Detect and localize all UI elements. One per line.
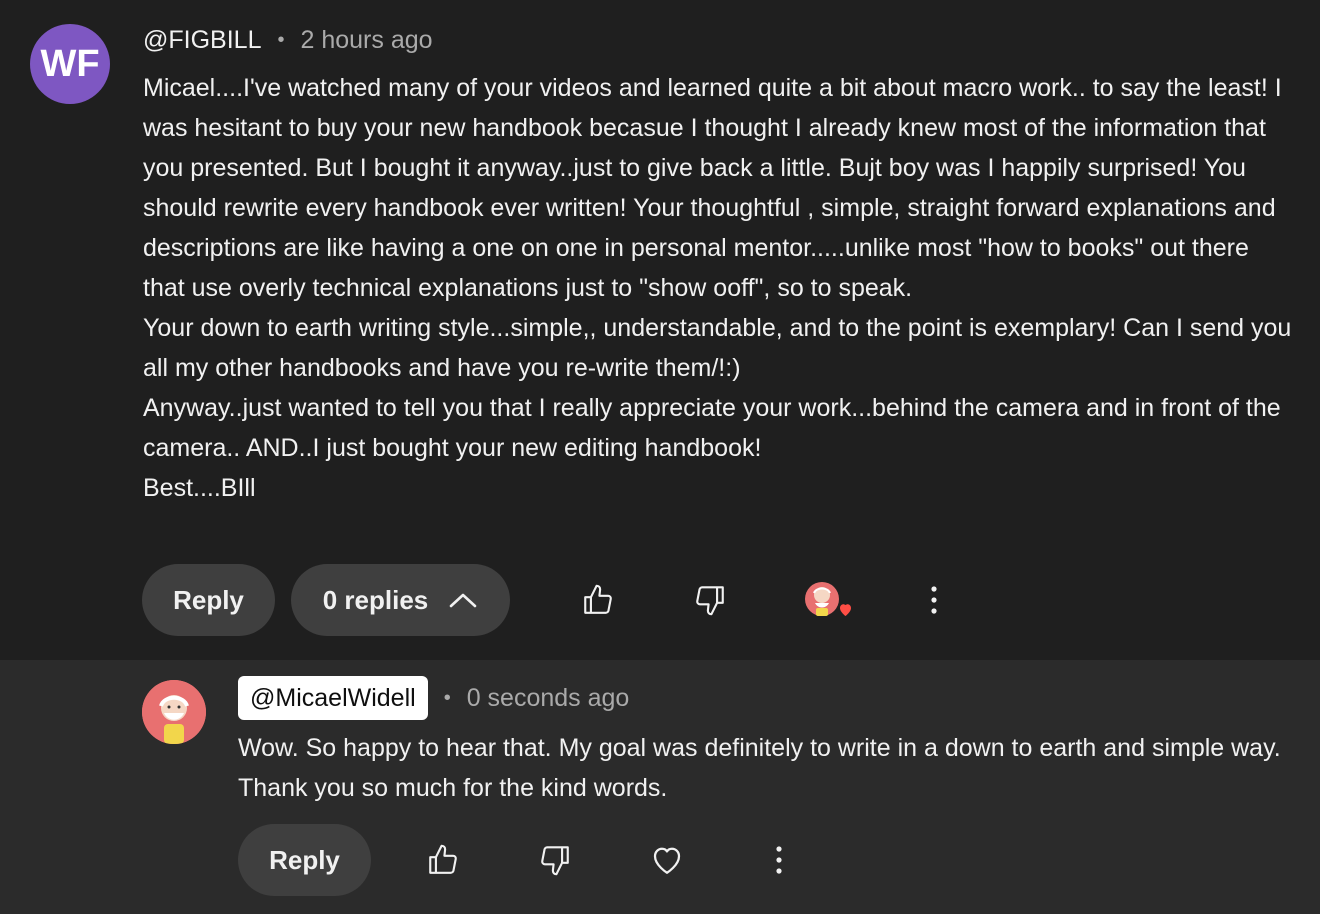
chevron-up-icon bbox=[448, 590, 478, 610]
comment-thread: WF @FIGBILL • 2 hours ago Micael....I've… bbox=[0, 0, 1320, 914]
reply-button[interactable]: Reply bbox=[238, 824, 371, 896]
separator-dot: • bbox=[277, 28, 285, 51]
reply-button-label: Reply bbox=[269, 844, 340, 875]
reply-author: @MicaelWidell bbox=[250, 683, 416, 712]
thumbs-down-icon bbox=[538, 843, 572, 877]
thumbs-down-icon bbox=[693, 583, 727, 617]
comment-header: @FIGBILL • 2 hours ago bbox=[143, 22, 433, 58]
more-vertical-icon bbox=[774, 845, 784, 875]
comment-author[interactable]: @FIGBILL bbox=[143, 26, 261, 55]
comment-paragraph: Anyway..just wanted to tell you that I r… bbox=[143, 394, 1281, 462]
avatar[interactable] bbox=[142, 680, 206, 744]
heart-icon bbox=[649, 842, 685, 878]
like-button[interactable] bbox=[570, 572, 626, 628]
avatar-illustration bbox=[142, 680, 206, 744]
top-comment: WF @FIGBILL • 2 hours ago Micael....I've… bbox=[0, 0, 1320, 660]
creator-heart-badge[interactable] bbox=[796, 572, 852, 628]
reply-button-label: Reply bbox=[173, 584, 244, 615]
reply-button[interactable]: Reply bbox=[142, 564, 275, 636]
dislike-button[interactable] bbox=[527, 832, 583, 888]
comment-paragraph: Your down to earth writing style...simpl… bbox=[143, 314, 1292, 382]
toggle-replies-button[interactable]: 0 replies bbox=[291, 564, 510, 636]
dislike-button[interactable] bbox=[682, 572, 738, 628]
creator-author-chip[interactable]: @MicaelWidell bbox=[238, 676, 428, 720]
separator-dot: • bbox=[443, 686, 451, 709]
like-button[interactable] bbox=[415, 832, 471, 888]
more-actions-button[interactable] bbox=[751, 832, 807, 888]
replies-count-label: 0 replies bbox=[322, 584, 429, 615]
thumbs-up-icon bbox=[581, 583, 615, 617]
comment-timestamp[interactable]: 2 hours ago bbox=[301, 26, 433, 55]
comment-paragraph: Micael....I've watched many of your vide… bbox=[143, 74, 1282, 302]
reply-header: @MicaelWidell • 0 seconds ago bbox=[238, 676, 629, 720]
comment-paragraph: Best....BIll bbox=[143, 474, 256, 502]
avatar-initials: WF bbox=[40, 42, 100, 85]
thumbs-up-icon bbox=[426, 843, 460, 877]
heart-button[interactable] bbox=[639, 832, 695, 888]
more-vertical-icon bbox=[929, 585, 939, 615]
creator-heart-icon bbox=[805, 582, 851, 616]
avatar[interactable]: WF bbox=[30, 24, 110, 104]
reply-timestamp[interactable]: 0 seconds ago bbox=[467, 684, 630, 713]
reply-text: Wow. So happy to hear that. My goal was … bbox=[238, 734, 1281, 802]
comment-text: Micael....I've watched many of your vide… bbox=[143, 68, 1293, 508]
more-actions-button[interactable] bbox=[906, 572, 962, 628]
